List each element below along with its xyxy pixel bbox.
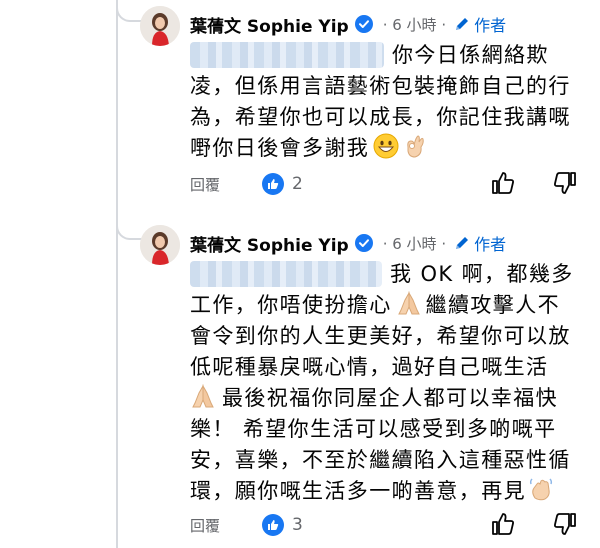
redacted-username (190, 42, 384, 68)
like-reaction-icon (262, 514, 284, 536)
folded-hands-icon (190, 383, 216, 417)
thumbs-down-icon[interactable] (552, 170, 578, 200)
reply-button[interactable]: 回覆 (190, 174, 220, 195)
timestamp[interactable]: · 6 小時 · (383, 233, 446, 254)
redacted-username (190, 261, 382, 287)
comment-text-line: 低呢種暴戾嘅心情，過好自己嘅生活 (190, 355, 549, 379)
avatar[interactable] (140, 6, 180, 46)
avatar[interactable] (140, 225, 180, 265)
comment-text-line: 嘢你日後會多謝我 (190, 133, 427, 167)
comment-header: 葉蒨文 Sophie Yip · 6 小時 · 作者 (190, 229, 506, 257)
waving-hand-icon (528, 476, 554, 510)
author-name[interactable]: 葉蒨文 Sophie Yip (190, 231, 349, 256)
ok-hand-icon (403, 133, 427, 167)
comment-text-line: 最後祝福你同屋企人都可以幸福快 (190, 383, 558, 417)
thumbs-up-icon[interactable] (490, 511, 516, 541)
reaction-count[interactable]: 2 (292, 174, 303, 194)
folded-hands-icon (396, 290, 422, 324)
comment-text-line: 為，希望你也可以成長，你記住我講嘅 (190, 105, 571, 129)
comment-text-line: 工作，你唔使扮擔心 繼續攻擊人不 (190, 290, 560, 324)
thumbs-up-icon[interactable] (490, 170, 516, 200)
verified-badge-icon (354, 15, 373, 33)
comment-text-line: 環，願你嘅生活多一啲善意，再見 (190, 476, 554, 510)
comment-header: 葉蒨文 Sophie Yip · 6 小時 · 作者 (190, 10, 506, 38)
pencil-icon (456, 237, 469, 249)
pencil-icon (456, 18, 469, 30)
thumbs-down-icon[interactable] (552, 511, 578, 541)
comment-text-line: 安，喜樂，不至於繼續陷入這種惡性循 (190, 448, 571, 472)
author-badge: 作者 (454, 12, 506, 36)
grinning-face-icon (373, 133, 399, 167)
comment-text-line: 你今日係網絡欺 (392, 43, 549, 67)
comment-text-line: 凌，但係用言語藝術包裝掩飾自己的行 (190, 74, 571, 98)
comment-text-line: 樂！ 希望你生活可以感受到多啲嘅平 (190, 417, 557, 441)
thread-connector (116, 0, 142, 22)
like-reaction-icon (262, 173, 284, 195)
thread-connector (116, 216, 142, 240)
thread-line (116, 0, 118, 548)
author-name[interactable]: 葉蒨文 Sophie Yip (190, 12, 349, 37)
author-badge: 作者 (454, 231, 506, 255)
reaction-count[interactable]: 3 (292, 515, 303, 535)
timestamp[interactable]: · 6 小時 · (383, 14, 446, 35)
verified-badge-icon (354, 234, 373, 252)
reply-button[interactable]: 回覆 (190, 515, 220, 536)
comment-text-line: 會令到你的人生更美好，希望你可以放 (190, 324, 571, 348)
comment-text-line: 我 OK 啊，都幾多 (390, 262, 574, 286)
